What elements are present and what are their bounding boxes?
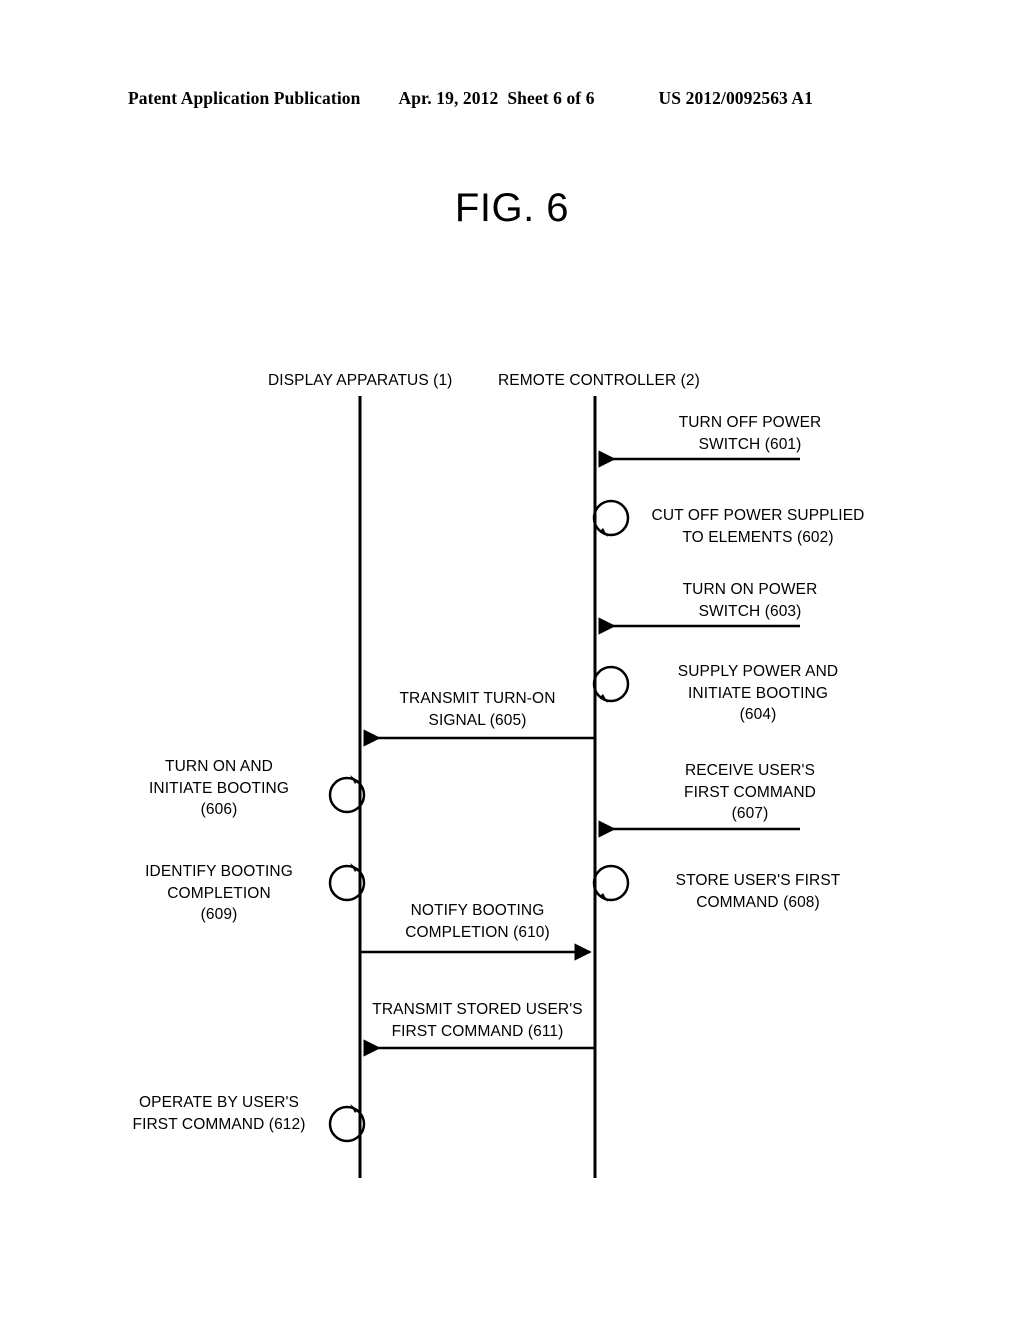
step-602-line-1: CUT OFF POWER SUPPLIED [651,507,865,524]
step-606-line-3: (606) [200,801,238,818]
step-label-604: SUPPLY POWER AND INITIATE BOOTING (604) [634,661,882,726]
step-label-611: TRANSMIT STORED USER'S FIRST COMMAND (61… [360,999,595,1042]
step-label-605: TRANSMIT TURN-ON SIGNAL (605) [365,688,590,731]
step-606-line-2: INITIATE BOOTING [149,779,289,797]
self-loop-604 [592,665,630,703]
self-loop-608 [592,864,630,902]
step-603-line-1: TURN ON POWER [682,581,818,598]
step-607-line-2: FIRST COMMAND [684,783,816,801]
step-label-606: TURN ON AND INITIATE BOOTING (606) [110,756,328,821]
sequence-diagram: DISPLAY APPARATUS (1) REMOTE CONTROLLER … [0,0,1024,1320]
step-607-line-1: RECEIVE USER'S [684,762,816,779]
step-605-line-1: TRANSMIT TURN-ON [399,690,556,707]
step-601-line-2: SWITCH (601) [698,435,802,453]
step-611-line-1: TRANSMIT STORED USER'S [372,1001,583,1018]
step-612-line-2: FIRST COMMAND (612) [132,1115,306,1133]
step-label-608: STORE USER'S FIRST COMMAND (608) [634,870,882,913]
step-601-line-1: TURN OFF POWER [678,414,822,431]
step-label-607: RECEIVE USER'S FIRST COMMAND (607) [620,760,880,825]
step-602-line-2: TO ELEMENTS (602) [682,528,834,546]
step-604-line-3: (604) [739,706,777,723]
step-608-line-2: COMMAND (608) [696,893,820,911]
step-605-line-2: SIGNAL (605) [428,711,527,729]
step-604-line-2: INITIATE BOOTING [688,684,828,702]
step-604-line-1: SUPPLY POWER AND [677,663,839,680]
self-loop-602 [592,499,630,537]
step-609-line-2: COMPLETION [167,884,271,902]
lane-header-display-apparatus: DISPLAY APPARATUS (1) [268,372,453,389]
step-label-612: OPERATE BY USER'S FIRST COMMAND (612) [110,1092,328,1135]
step-609-line-3: (609) [200,906,238,923]
step-608-line-1: STORE USER'S FIRST [675,872,841,889]
step-611-line-2: FIRST COMMAND (611) [391,1022,564,1040]
step-label-609: IDENTIFY BOOTING COMPLETION (609) [110,861,328,926]
step-label-601: TURN OFF POWER SWITCH (601) [620,412,880,455]
step-610-line-2: COMPLETION (610) [405,923,550,941]
step-612-line-1: OPERATE BY USER'S [139,1094,299,1111]
step-610-line-1: NOTIFY BOOTING [410,902,545,919]
step-607-line-3: (607) [731,805,769,822]
step-606-line-1: TURN ON AND [165,758,273,775]
step-label-602: CUT OFF POWER SUPPLIED TO ELEMENTS (602) [634,505,882,548]
step-label-610: NOTIFY BOOTING COMPLETION (610) [365,900,590,943]
step-609-line-1: IDENTIFY BOOTING [145,863,293,880]
step-603-line-2: SWITCH (603) [698,602,802,620]
step-label-603: TURN ON POWER SWITCH (603) [620,579,880,622]
lane-header-remote-controller: REMOTE CONTROLLER (2) [498,372,700,389]
